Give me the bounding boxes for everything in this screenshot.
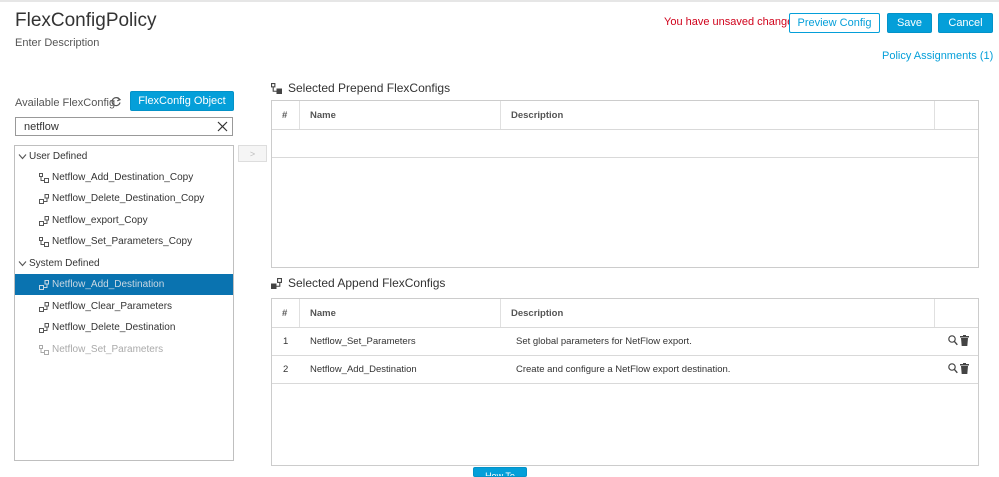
preview-config-button[interactable]: Preview Config [789,13,880,33]
chevron-down-icon [18,259,27,268]
column-header-description[interactable]: Description [501,299,935,328]
tree-item[interactable]: Netflow_Delete_Destination [15,317,233,338]
policy-description[interactable]: Enter Description [15,37,99,49]
search-value: netflow [24,121,59,133]
top-border [0,0,999,2]
delete-icon[interactable] [960,335,969,346]
row-description: Set global parameters for NetFlow export… [516,336,692,347]
prepend-table: # Name Description [271,100,979,268]
append-title-text: Selected Append FlexConfigs [288,276,446,290]
prepend-title-text: Selected Prepend FlexConfigs [288,81,451,95]
column-header-number: # [272,101,300,130]
search-input[interactable]: netflow [15,117,233,136]
append-config-icon [39,279,49,290]
tree-item[interactable]: Netflow_export_Copy [15,210,233,231]
tree-group-label: User Defined [29,151,88,162]
column-header-name[interactable]: Name [300,101,501,130]
search-icon[interactable] [948,335,958,346]
append-config-icon [271,277,282,289]
tree-group-user-defined[interactable]: User Defined [15,146,233,167]
flexconfig-tree: User Defined Netflow_Add_Destination_Cop… [14,145,234,461]
tree-item-disabled[interactable]: Netflow_Set_Parameters [15,339,233,360]
page-title: FlexConfigPolicy [15,10,157,31]
append-config-icon [39,301,49,312]
tree-item-label: Netflow_Set_Parameters_Copy [52,236,193,247]
add-to-selected-button[interactable]: > [238,145,267,162]
tree-item[interactable]: Netflow_Clear_Parameters [15,296,233,317]
search-icon[interactable] [948,363,958,374]
column-header-description[interactable]: Description [501,101,935,130]
flexconfig-object-button[interactable]: FlexConfig Object [130,91,234,111]
row-number: 2 [283,364,289,375]
append-config-icon [39,322,49,333]
prepend-section-title: Selected Prepend FlexConfigs [271,81,450,95]
row-name: Netflow_Set_Parameters [310,336,416,347]
divider [272,327,978,328]
divider [272,157,978,158]
row-description: Create and configure a NetFlow export de… [516,364,731,375]
append-config-icon [39,215,49,226]
tree-item-label: Netflow_export_Copy [52,215,148,226]
tree-item[interactable]: Netflow_Delete_Destination_Copy [15,188,233,209]
tree-item-selected[interactable]: Netflow_Add_Destination [15,274,233,295]
tree-item-label: Netflow_Clear_Parameters [52,301,173,312]
tree-group-label: System Defined [29,258,100,269]
prepend-config-icon [39,344,49,355]
available-flexconfig-label: Available FlexConfig [15,97,116,109]
append-table: # Name Description 1 Netflow_Set_Paramet… [271,298,979,466]
tree-group-system-defined[interactable]: System Defined [15,253,233,274]
divider [272,383,978,384]
policy-assignments-link[interactable]: Policy Assignments (1) [882,50,993,62]
prepend-config-icon [39,236,49,247]
how-to-button[interactable]: How To [473,467,527,477]
append-section-title: Selected Append FlexConfigs [271,276,445,290]
clear-search-icon[interactable] [217,121,228,132]
tree-item-label: Netflow_Set_Parameters [52,344,164,355]
tree-item[interactable]: Netflow_Set_Parameters_Copy [15,231,233,252]
delete-icon[interactable] [960,363,969,374]
tree-item-label: Netflow_Add_Destination_Copy [52,172,194,183]
column-header-number: # [272,299,300,328]
column-header-name[interactable]: Name [300,299,501,328]
unsaved-changes-warning: You have unsaved changes [664,16,799,28]
cancel-button[interactable]: Cancel [938,13,993,33]
tree-item-label: Netflow_Delete_Destination [52,322,176,333]
tree-item-label: Netflow_Add_Destination [52,279,165,290]
save-button[interactable]: Save [887,13,932,33]
prepend-config-icon [271,82,282,94]
row-number: 1 [283,336,289,347]
append-config-icon [39,193,49,204]
refresh-icon[interactable] [110,96,122,108]
row-name: Netflow_Add_Destination [310,364,417,375]
divider [272,129,978,130]
chevron-down-icon [18,152,27,161]
tree-item-label: Netflow_Delete_Destination_Copy [52,193,205,204]
prepend-config-icon [39,172,49,183]
divider [272,355,978,356]
tree-item[interactable]: Netflow_Add_Destination_Copy [15,167,233,188]
